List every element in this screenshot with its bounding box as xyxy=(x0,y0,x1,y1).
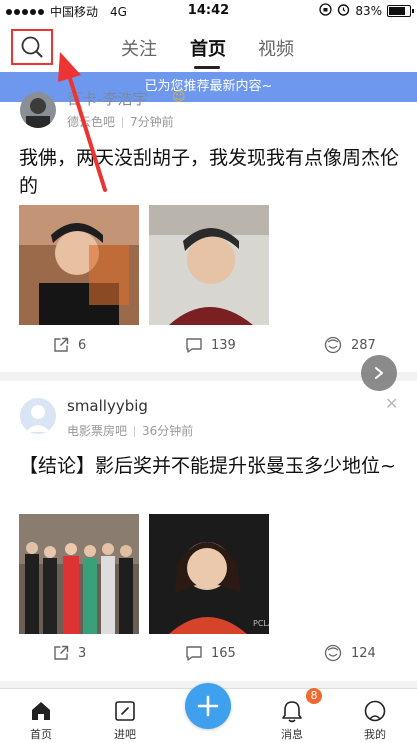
profile-icon xyxy=(364,700,386,722)
enter-bar-icon xyxy=(115,701,135,721)
post-title[interactable]: 【结论】影后奖并不能提升张曼玉多少地位~ xyxy=(19,452,409,480)
bottom-nav: 首页 进吧 消息 8 我的 xyxy=(0,683,417,743)
post-time: 36分钟前 xyxy=(142,424,194,438)
bottom-nav-enter-bar-label: 进吧 xyxy=(114,728,136,741)
emoji-icon: ☺ xyxy=(172,90,186,105)
bottom-nav-mine-label: 我的 xyxy=(364,728,386,741)
post-username[interactable]: smallyybig xyxy=(67,397,148,415)
share-icon xyxy=(54,337,69,352)
like-button[interactable]: 287 xyxy=(323,336,376,354)
comment-icon xyxy=(186,646,202,661)
home-icon xyxy=(32,702,50,720)
post-actions: 3 165 124 xyxy=(0,644,417,674)
post-image[interactable]: PCLA xyxy=(149,514,269,634)
post-actions: 6 139 287 xyxy=(0,336,417,366)
post-card[interactable]: 百卡-李浩宇 ☺ 德云色吧 7分钟前 我佛，两天没刮胡子，我发现我有点像周杰伦的 … xyxy=(0,90,417,372)
post-title[interactable]: 我佛，两天没刮胡子，我发现我有点像周杰伦的 xyxy=(19,144,409,200)
avatar[interactable] xyxy=(20,92,56,128)
comment-icon xyxy=(186,338,202,353)
bell-icon xyxy=(282,701,302,723)
post-meta: 德云色吧 7分钟前 xyxy=(67,113,174,130)
like-count: 124 xyxy=(351,645,376,661)
share-count: 3 xyxy=(78,645,87,661)
post-card[interactable]: smallyybig 电影票房吧 36分钟前 ✕ 【结论】影后奖并不能提升张曼玉多… xyxy=(0,381,417,681)
status-bar: 中国移动 4G 14:42 83% xyxy=(0,0,417,22)
bottom-nav-mine[interactable]: 我的 xyxy=(345,689,405,742)
bottom-nav-messages-label: 消息 xyxy=(281,728,303,741)
like-icon xyxy=(324,336,342,354)
like-count: 287 xyxy=(351,337,376,353)
post-image[interactable] xyxy=(19,514,139,634)
comment-button[interactable]: 165 xyxy=(185,644,236,662)
like-button[interactable]: 124 xyxy=(323,644,376,662)
comment-count: 139 xyxy=(211,337,236,353)
post-image[interactable] xyxy=(149,205,269,325)
alarm-icon xyxy=(337,3,350,19)
avatar[interactable] xyxy=(20,398,56,434)
close-icon[interactable]: ✕ xyxy=(385,394,398,413)
messages-badge: 8 xyxy=(306,688,322,704)
next-button[interactable] xyxy=(361,355,397,391)
tab-home[interactable]: 首页 xyxy=(190,35,226,61)
share-button[interactable]: 3 xyxy=(52,644,86,662)
post-image[interactable] xyxy=(19,205,139,325)
tab-video[interactable]: 视频 xyxy=(258,35,294,61)
post-meta: 电影票房吧 36分钟前 xyxy=(67,422,193,439)
share-count: 6 xyxy=(78,337,87,353)
feed-tabs: 关注 首页 视频 xyxy=(0,22,417,72)
active-tab-indicator xyxy=(194,66,220,69)
tab-following[interactable]: 关注 xyxy=(121,35,157,61)
top-nav: 关注 首页 视频 xyxy=(0,22,417,72)
recommend-banner: 已为您推荐最新内容~ xyxy=(0,72,417,102)
post-bar-name[interactable]: 电影票房吧 xyxy=(67,424,127,438)
battery-percent: 83% xyxy=(355,4,382,18)
next-arrow-icon xyxy=(375,367,383,379)
share-icon xyxy=(54,645,69,660)
comment-count: 165 xyxy=(211,645,236,661)
post-bar-name[interactable]: 德云色吧 xyxy=(67,115,115,129)
bottom-nav-home[interactable]: 首页 xyxy=(11,689,71,742)
comment-button[interactable]: 139 xyxy=(185,336,236,354)
rotation-lock-icon xyxy=(319,3,332,19)
plus-icon xyxy=(197,695,219,717)
post-button[interactable] xyxy=(185,683,231,729)
post-time: 7分钟前 xyxy=(130,115,174,129)
like-icon xyxy=(324,644,342,662)
svg-text:PCLA: PCLA xyxy=(253,619,269,628)
bottom-nav-enter-bar[interactable]: 进吧 xyxy=(95,689,155,742)
share-button[interactable]: 6 xyxy=(52,336,86,354)
post-username[interactable]: 百卡-李浩宇 xyxy=(67,88,147,109)
battery-icon xyxy=(387,5,414,17)
bottom-nav-home-label: 首页 xyxy=(30,728,52,741)
